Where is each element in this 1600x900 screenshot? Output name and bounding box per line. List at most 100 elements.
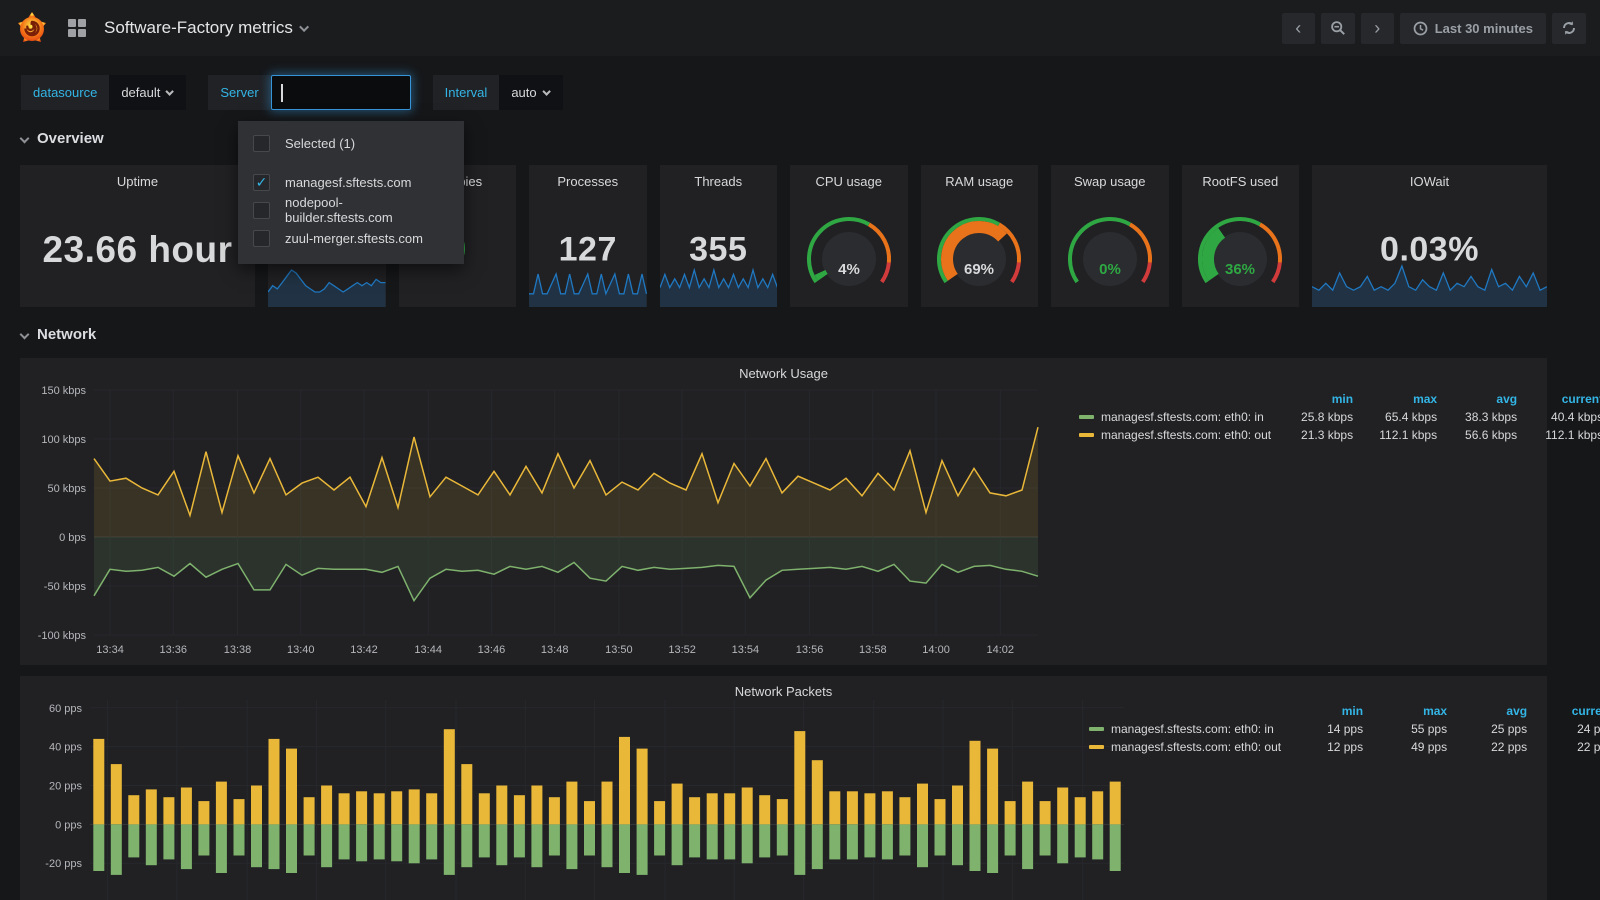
grafana-logo-icon[interactable] xyxy=(14,10,50,46)
server-option-selected-summary[interactable]: ✓ Selected (1) xyxy=(238,128,464,158)
grid-square xyxy=(68,19,76,27)
variable-datasource-value[interactable]: default xyxy=(109,75,186,110)
panel-swap-usage: Swap usage 0% xyxy=(1051,165,1169,307)
section-network-label: Network xyxy=(37,326,96,343)
panel-iowait-title[interactable]: IOWait xyxy=(1312,165,1547,189)
network-usage-chart[interactable]: 150 kbps100 kbps50 kbps0 bps-50 kbps-100… xyxy=(30,378,1046,661)
panel-ram-title[interactable]: RAM usage xyxy=(921,165,1039,189)
variable-server-label: Server xyxy=(208,75,270,110)
server-option[interactable]: ✓nodepool-builder.sftests.com xyxy=(238,196,464,224)
svg-text:0%: 0% xyxy=(1099,261,1121,278)
variable-datasource-label: datasource xyxy=(21,75,109,110)
grid-square xyxy=(78,19,86,27)
grafana-logo-icon xyxy=(15,11,49,45)
svg-text:-20 pps: -20 pps xyxy=(45,858,82,870)
zoom-out-icon xyxy=(1330,20,1346,36)
refresh-button[interactable] xyxy=(1552,13,1586,44)
svg-text:13:40: 13:40 xyxy=(287,644,315,656)
panel-ram-usage: RAM usage 69% xyxy=(921,165,1039,307)
server-option-label: zuul-merger.sftests.com xyxy=(285,231,423,246)
server-option[interactable]: ✓ zuul-merger.sftests.com xyxy=(238,224,464,252)
section-overview[interactable]: Overview xyxy=(21,130,104,147)
iowait-sparkline xyxy=(1312,263,1547,307)
checkbox-icon[interactable]: ✓ xyxy=(253,230,270,247)
legend-min-value: 12 pps xyxy=(1281,740,1363,754)
series-color-swatch[interactable] xyxy=(1089,727,1104,731)
panel-processes: Processes 127 xyxy=(529,165,647,307)
series-color-swatch[interactable] xyxy=(1089,745,1104,749)
svg-text:13:52: 13:52 xyxy=(668,644,696,656)
chevron-down-icon xyxy=(20,134,30,144)
legend-max-value: 55 pps xyxy=(1363,722,1447,736)
dashboard-title-text: Software-Factory metrics xyxy=(104,18,293,38)
panel-rootfs-used: RootFS used 36% xyxy=(1182,165,1300,307)
panel-cpu-title[interactable]: CPU usage xyxy=(790,165,908,189)
grid-square xyxy=(68,29,76,37)
hidden-panel-sparkline xyxy=(268,267,386,307)
server-input[interactable] xyxy=(271,75,411,110)
panel-uptime-title[interactable]: Uptime xyxy=(20,165,255,189)
network-packets-legend: minmaxavgcurrentmanagesf.sftests.com: et… xyxy=(1089,704,1541,754)
dashboard-title[interactable]: Software-Factory metrics xyxy=(104,18,309,38)
svg-text:13:54: 13:54 xyxy=(732,644,760,656)
legend-series-name[interactable]: managesf.sftests.com: eth0: in xyxy=(1079,410,1271,424)
svg-text:13:50: 13:50 xyxy=(605,644,633,656)
legend-header-current: current xyxy=(1517,392,1600,406)
threads-sparkline xyxy=(660,267,778,307)
legend-series-name[interactable]: managesf.sftests.com: eth0: in xyxy=(1089,722,1281,736)
legend-current-value: 24 pps xyxy=(1527,722,1600,736)
section-overview-label: Overview xyxy=(37,130,104,147)
zoom-out-button[interactable] xyxy=(1321,13,1355,44)
svg-text:14:02: 14:02 xyxy=(986,644,1014,656)
panel-processes-title[interactable]: Processes xyxy=(529,165,647,189)
legend-series-name[interactable]: managesf.sftests.com: eth0: out xyxy=(1079,428,1271,442)
legend-series-name[interactable]: managesf.sftests.com: eth0: out xyxy=(1089,740,1281,754)
uptime-value: 23.66 hour xyxy=(20,229,255,271)
dashboard-variables: datasource default Server Interval auto xyxy=(21,75,563,110)
legend-header-max: max xyxy=(1363,704,1447,718)
checkbox-icon[interactable]: ✓ xyxy=(253,202,270,219)
legend-header-avg: avg xyxy=(1447,704,1527,718)
legend-avg-value: 38.3 kbps xyxy=(1437,410,1517,424)
grid-square xyxy=(78,29,86,37)
legend-current-value: 40.4 kbps xyxy=(1517,410,1600,424)
legend-avg-value: 56.6 kbps xyxy=(1437,428,1517,442)
svg-text:36%: 36% xyxy=(1225,261,1255,278)
swap-gauge: 0% xyxy=(1054,213,1166,301)
series-label: managesf.sftests.com: eth0: in xyxy=(1111,722,1274,736)
legend-current-value: 22 pps xyxy=(1527,740,1600,754)
panel-swap-title[interactable]: Swap usage xyxy=(1051,165,1169,189)
checkbox-icon[interactable]: ✓ xyxy=(253,174,270,191)
series-label: managesf.sftests.com: eth0: out xyxy=(1101,428,1271,442)
variable-interval: Interval auto xyxy=(433,75,563,110)
legend-max-value: 49 pps xyxy=(1363,740,1447,754)
network-packets-chart[interactable]: 60 pps40 pps20 pps0 pps-20 pps xyxy=(30,696,1130,900)
server-option[interactable]: ✓managesf.sftests.com xyxy=(238,168,464,196)
panel-cpu-usage: CPU usage 4% xyxy=(790,165,908,307)
series-color-swatch[interactable] xyxy=(1079,415,1094,419)
checkbox-icon[interactable]: ✓ xyxy=(253,135,270,152)
server-dropdown-menu: ✓ Selected (1) ✓managesf.sftests.com✓nodep… xyxy=(238,121,464,264)
variable-interval-value[interactable]: auto xyxy=(499,75,562,110)
svg-text:150 kbps: 150 kbps xyxy=(41,385,86,397)
time-range-picker[interactable]: Last 30 minutes xyxy=(1400,13,1546,44)
panel-rootfs-title[interactable]: RootFS used xyxy=(1182,165,1300,189)
svg-text:14:00: 14:00 xyxy=(922,644,950,656)
series-color-swatch[interactable] xyxy=(1079,433,1094,437)
svg-text:13:44: 13:44 xyxy=(414,644,442,656)
server-option-label: Selected (1) xyxy=(285,136,355,151)
panel-threads-title[interactable]: Threads xyxy=(660,165,778,189)
series-label: managesf.sftests.com: eth0: out xyxy=(1111,740,1281,754)
legend-max-value: 65.4 kbps xyxy=(1353,410,1437,424)
time-forward-button[interactable]: › xyxy=(1361,13,1394,44)
dashboards-grid-icon[interactable] xyxy=(68,19,86,37)
time-back-button[interactable]: ‹ xyxy=(1282,13,1315,44)
processes-sparkline xyxy=(529,271,647,307)
legend-max-value: 112.1 kbps xyxy=(1353,428,1437,442)
section-network[interactable]: Network xyxy=(21,326,96,343)
rootfs-gauge: 36% xyxy=(1184,213,1296,301)
navbar-controls: ‹ › Last 30 minutes xyxy=(1282,13,1586,44)
panel-network-usage: Network Usage 150 kbps100 kbps50 kbps0 b… xyxy=(20,358,1547,665)
clock-icon xyxy=(1413,21,1428,36)
text-cursor xyxy=(281,84,283,102)
